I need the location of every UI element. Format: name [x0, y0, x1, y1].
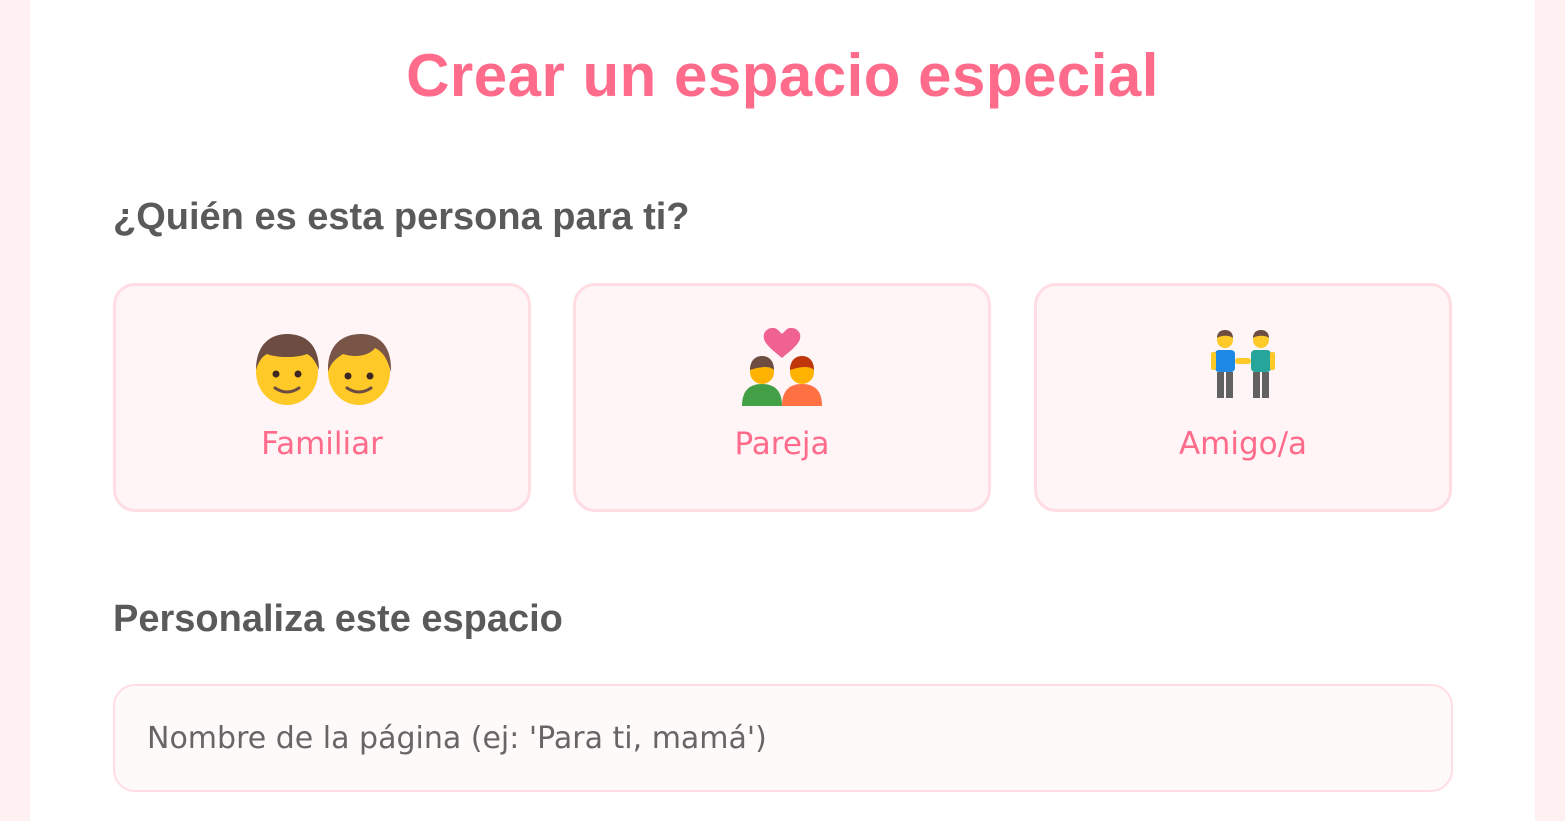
couple-with-heart-icon [576, 326, 988, 406]
family-father-son-icon [116, 326, 528, 406]
option-label-familiar: Familiar [261, 426, 383, 462]
form-card: Crear un espacio especial ¿Quién es esta… [30, 0, 1535, 821]
personalize-heading: Personaliza este espacio [113, 598, 563, 640]
relationship-heading: ¿Quién es esta persona para ti? [113, 196, 690, 238]
option-label-amigo: Amigo/a [1178, 426, 1308, 462]
two-friends-holding-hands-icon [1037, 326, 1449, 406]
option-pareja[interactable]: Pareja [573, 283, 991, 512]
page-name-input[interactable] [113, 684, 1453, 792]
option-familiar[interactable]: Familiar [113, 283, 531, 512]
relationship-options: Familiar Pareja Amigo/a [113, 283, 1453, 512]
option-label-pareja: Pareja [734, 426, 830, 462]
page-title: Crear un espacio especial [406, 42, 1159, 109]
option-amigo[interactable]: Amigo/a [1034, 283, 1452, 512]
